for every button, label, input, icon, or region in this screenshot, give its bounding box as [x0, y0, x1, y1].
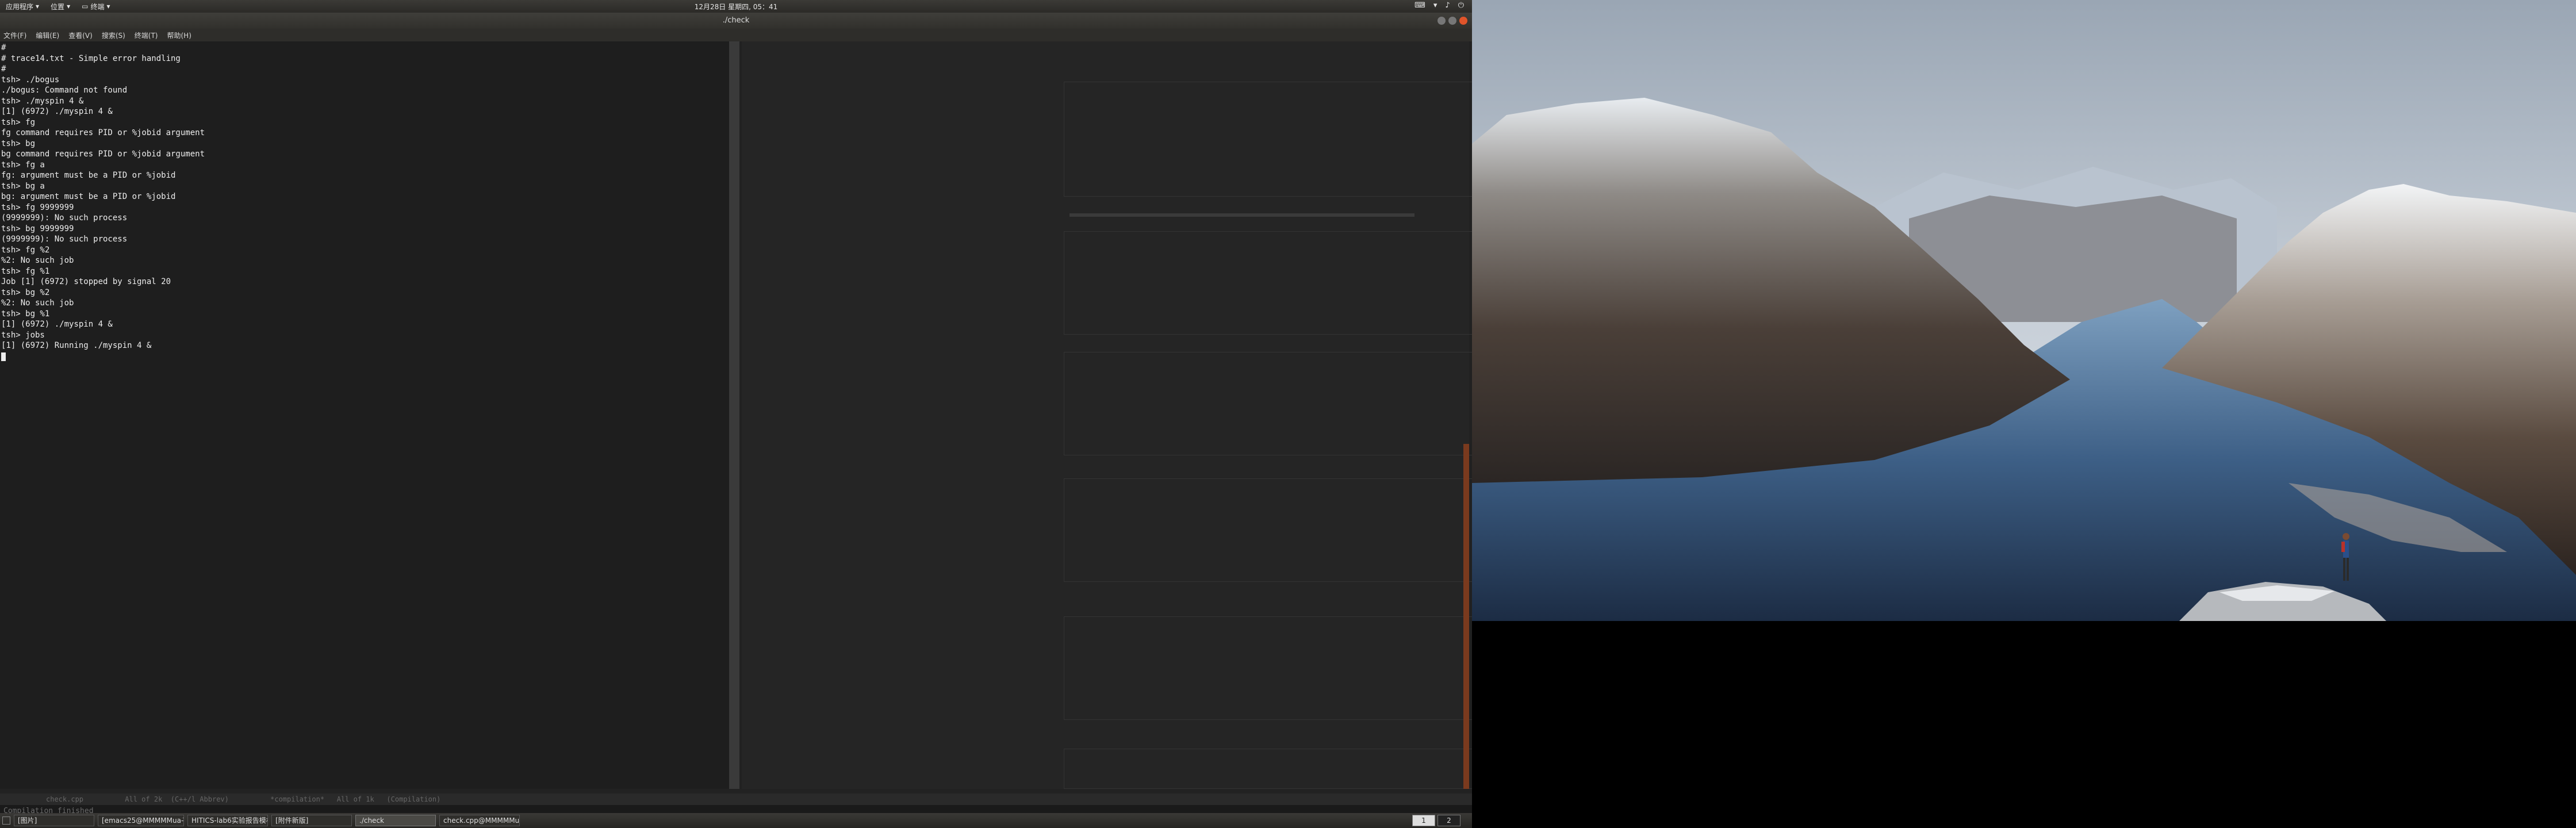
power-icon[interactable]: ⏻	[1458, 1, 1464, 10]
terminal-line: tsh> jobs	[1, 330, 45, 340]
terminal-output: # # trace14.txt - Simple error handling …	[1, 43, 205, 362]
chevron-down-icon: ▾	[36, 2, 40, 10]
terminal-line: [1] (6972) ./myspin 4 &	[1, 320, 113, 329]
network-icon[interactable]: ▾	[1433, 1, 1438, 10]
terminal-line: [1] (6972) ./myspin 4 &	[1, 107, 113, 116]
menu-search[interactable]: 搜索(S)	[102, 30, 125, 40]
background-document-ghost	[742, 41, 1472, 789]
window-title: ./check	[722, 16, 750, 25]
terminal-line: fg command requires PID or %jobid argume…	[1, 128, 205, 137]
task-terminal[interactable]: ./check	[355, 815, 436, 826]
terminal-line: fg: argument must be a PID or %jobid	[1, 171, 176, 180]
terminal-line: (9999999): No such process	[1, 213, 128, 223]
task-report-document[interactable]: HITICS-lab6实验报告模板 2017...	[187, 815, 268, 826]
top-panel: 应用程序 ▾ 位置 ▾ ▭ 终端 ▾ 12月28日 星期四, 05：41 ⌨ ▾…	[0, 0, 1472, 13]
minimize-button[interactable]	[1438, 17, 1446, 25]
terminal-line: tsh> bg %1	[1, 309, 50, 319]
terminal-line: tsh> bg %2	[1, 288, 50, 297]
menu-view[interactable]: 查看(V)	[68, 30, 93, 40]
unused-display-area	[1472, 621, 2576, 828]
clock[interactable]: 12月28日 星期四, 05：41	[0, 2, 1472, 12]
window-titlebar[interactable]: ./check	[0, 13, 1472, 29]
terminal-line: [1] (6972) Running ./myspin 4 &	[1, 341, 152, 350]
taskbar: [图片] [emacs25@MMMMMua-T] HITICS-lab6实验报告…	[0, 813, 1472, 828]
system-tray: ⌨ ▾ ♪ ⏻	[1414, 1, 1464, 10]
terminal-line: (9999999): No such process	[1, 235, 128, 244]
terminal-scrollbar[interactable]	[729, 41, 739, 789]
chevron-down-icon: ▾	[106, 2, 110, 10]
menu-file[interactable]: 文件(F)	[3, 30, 26, 40]
applications-menu[interactable]: 应用程序 ▾	[0, 2, 45, 12]
terminal-line: # trace14.txt - Simple error handling	[1, 53, 181, 63]
fjord-landscape-image	[1472, 0, 2576, 621]
terminal-line: tsh> bg	[1, 139, 36, 148]
task-editor-checkcpp[interactable]: check.cpp@MMMMMua	[439, 815, 520, 826]
editor-modeline: check.cpp All of 2k (C++/l Abbrev) *comp…	[0, 793, 1472, 805]
terminal-line: bg: argument must be a PID or %jobid	[1, 192, 176, 201]
terminal-menu-label: 终端	[90, 2, 105, 11]
menu-edit[interactable]: 编辑(E)	[36, 30, 59, 40]
terminal-line: tsh> bg a	[1, 181, 45, 191]
terminal-window: ./check 文件(F) 编辑(E) 查看(V) 搜索(S) 终端(T) 帮助…	[0, 13, 1472, 818]
task-attachment[interactable]: [附件新版]	[271, 815, 352, 826]
workspace-1[interactable]: 1	[1412, 815, 1435, 826]
terminal-menubar: 文件(F) 编辑(E) 查看(V) 搜索(S) 终端(T) 帮助(H)	[0, 29, 1472, 41]
menu-terminal[interactable]: 终端(T)	[135, 30, 158, 40]
volume-icon[interactable]: ♪	[1445, 1, 1450, 10]
input-method-icon[interactable]: ⌨	[1414, 1, 1425, 10]
workspace-switcher: 1 2	[1412, 815, 1460, 826]
terminal-line: tsh> fg	[1, 117, 36, 127]
terminal-line: tsh> fg 9999999	[1, 202, 74, 212]
terminal-line: tsh> fg %1	[1, 266, 50, 276]
terminal-line: #	[1, 64, 6, 74]
terminal-line: %2: No such job	[1, 298, 74, 308]
desktop-wallpaper	[1472, 0, 2576, 621]
terminal-body[interactable]	[0, 41, 1472, 789]
terminal-line: tsh> fg a	[1, 160, 45, 170]
task-image-viewer[interactable]: [图片]	[14, 815, 94, 826]
terminal-line: tsh> ./myspin 4 &	[1, 96, 84, 106]
terminal-line: Job [1] (6972) stopped by signal 20	[1, 277, 171, 286]
workspace-2[interactable]: 2	[1438, 815, 1460, 826]
terminal-line: tsh> ./bogus	[1, 75, 60, 85]
menu-help[interactable]: 帮助(H)	[167, 30, 191, 40]
scrollbar-thumb[interactable]	[1463, 444, 1469, 789]
terminal-line: #	[1, 43, 6, 52]
terminal-line: ./bogus: Command not found	[1, 86, 128, 95]
terminal-line: tsh> bg 9999999	[1, 224, 74, 233]
terminal-menu[interactable]: ▭ 终端 ▾	[76, 2, 116, 12]
maximize-button[interactable]	[1448, 17, 1456, 25]
chevron-down-icon: ▾	[67, 2, 71, 10]
places-menu-label: 位置	[51, 2, 65, 11]
terminal-line: %2: No such job	[1, 256, 74, 265]
window-controls	[1438, 17, 1467, 25]
show-desktop-icon[interactable]	[2, 816, 10, 825]
terminal-line: bg command requires PID or %jobid argume…	[1, 150, 205, 159]
terminal-line: tsh> fg %2	[1, 245, 50, 255]
background-compilation-ghost	[742, 41, 1469, 145]
terminal-icon: ▭	[82, 2, 89, 10]
close-button[interactable]	[1459, 17, 1467, 25]
terminal-cursor	[1, 352, 6, 361]
task-emacs[interactable]: [emacs25@MMMMMua-T]	[98, 815, 184, 826]
places-menu[interactable]: 位置 ▾	[45, 2, 76, 12]
applications-menu-label: 应用程序	[6, 2, 34, 11]
